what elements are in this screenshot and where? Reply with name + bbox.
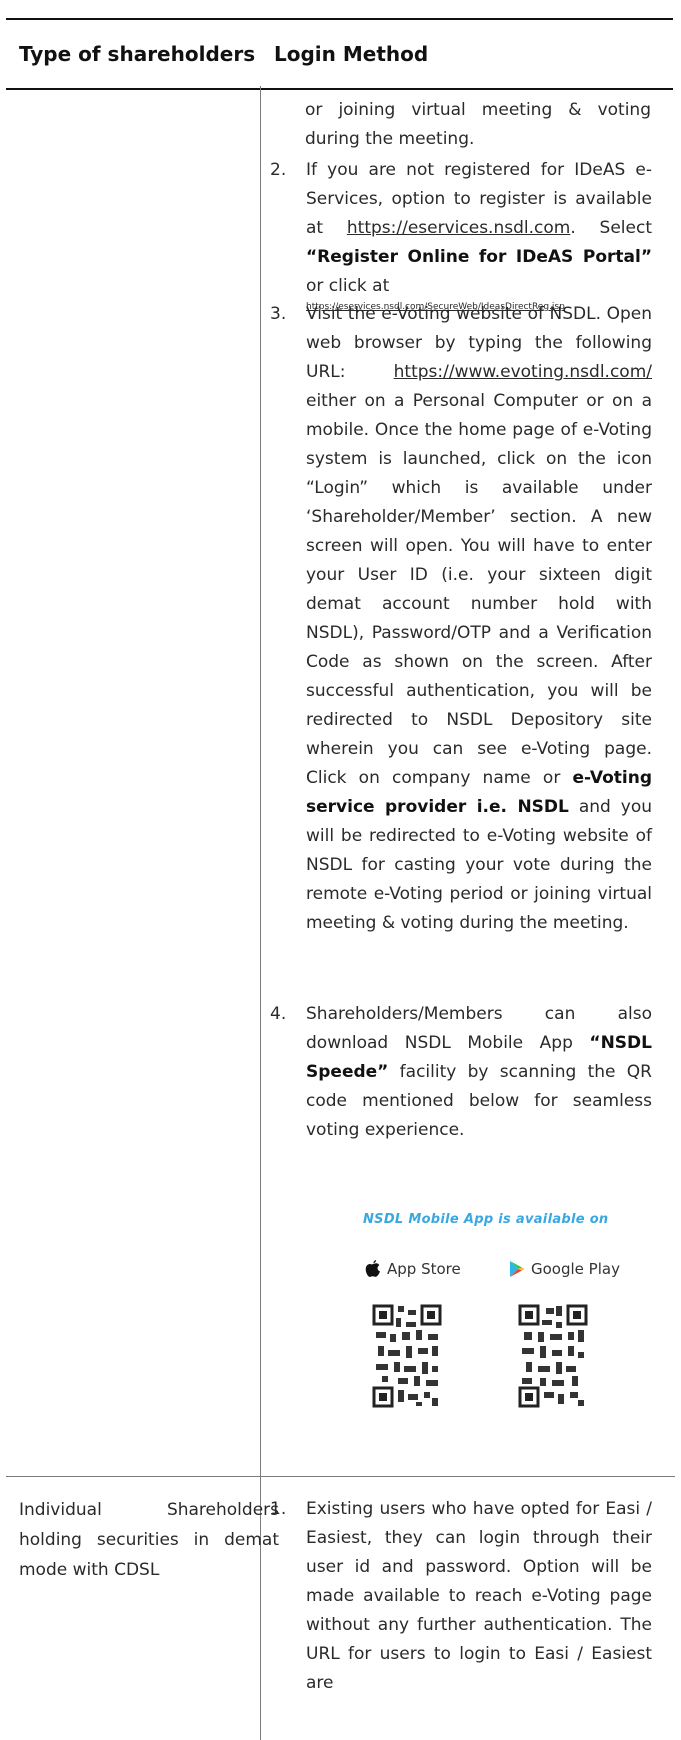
register-online-text: “Register Online for IDeAS Portal” — [306, 247, 652, 267]
list-item-4: 4. Shareholders/Members can also downloa… — [270, 1000, 652, 1145]
header-type-of-shareholders: Type of shareholders — [19, 42, 256, 66]
list-item-2: 2. If you are not registered for IDeAS e… — [270, 156, 652, 313]
apple-icon — [365, 1260, 380, 1277]
app-store-badge[interactable]: App Store — [365, 1260, 461, 1278]
evoting-link[interactable]: https://www.evoting.nsdl.com/ — [394, 362, 652, 382]
login-methods-table: Type of shareholders Login Method or joi… — [6, 0, 675, 1740]
nsdl-app-banner: NSDL Mobile App is available on App Stor… — [351, 1200, 655, 1464]
header-login-method: Login Method — [274, 42, 429, 66]
item-number: 3. — [270, 304, 287, 324]
table-header: Type of shareholders Login Method — [6, 18, 673, 90]
item-number: 2. — [270, 160, 287, 180]
row-divider — [6, 1476, 675, 1477]
cdsl-list-item-1: 1. Existing users who have opted for Eas… — [270, 1495, 652, 1698]
google-play-label: Google Play — [531, 1260, 620, 1278]
item-number: 1. — [270, 1499, 287, 1519]
item-number: 4. — [270, 1004, 287, 1024]
google-play-qr-code — [518, 1302, 588, 1410]
continued-text: or joining virtual meeting & voting duri… — [305, 100, 651, 149]
app-store-label: App Store — [387, 1260, 461, 1278]
google-play-badge[interactable]: Google Play — [509, 1260, 620, 1278]
list-item-3: 3. Visit the e-Voting website of NSDL. O… — [270, 300, 652, 938]
app-banner-title: NSDL Mobile App is available on — [363, 1212, 609, 1227]
eservices-link[interactable]: https://eservices.nsdl.com — [347, 218, 570, 238]
app-store-qr-code — [372, 1302, 442, 1410]
google-play-icon — [510, 1261, 525, 1277]
shareholder-type-cdsl: Individual Shareholders holding securiti… — [19, 1500, 279, 1580]
column-divider — [260, 86, 261, 1740]
